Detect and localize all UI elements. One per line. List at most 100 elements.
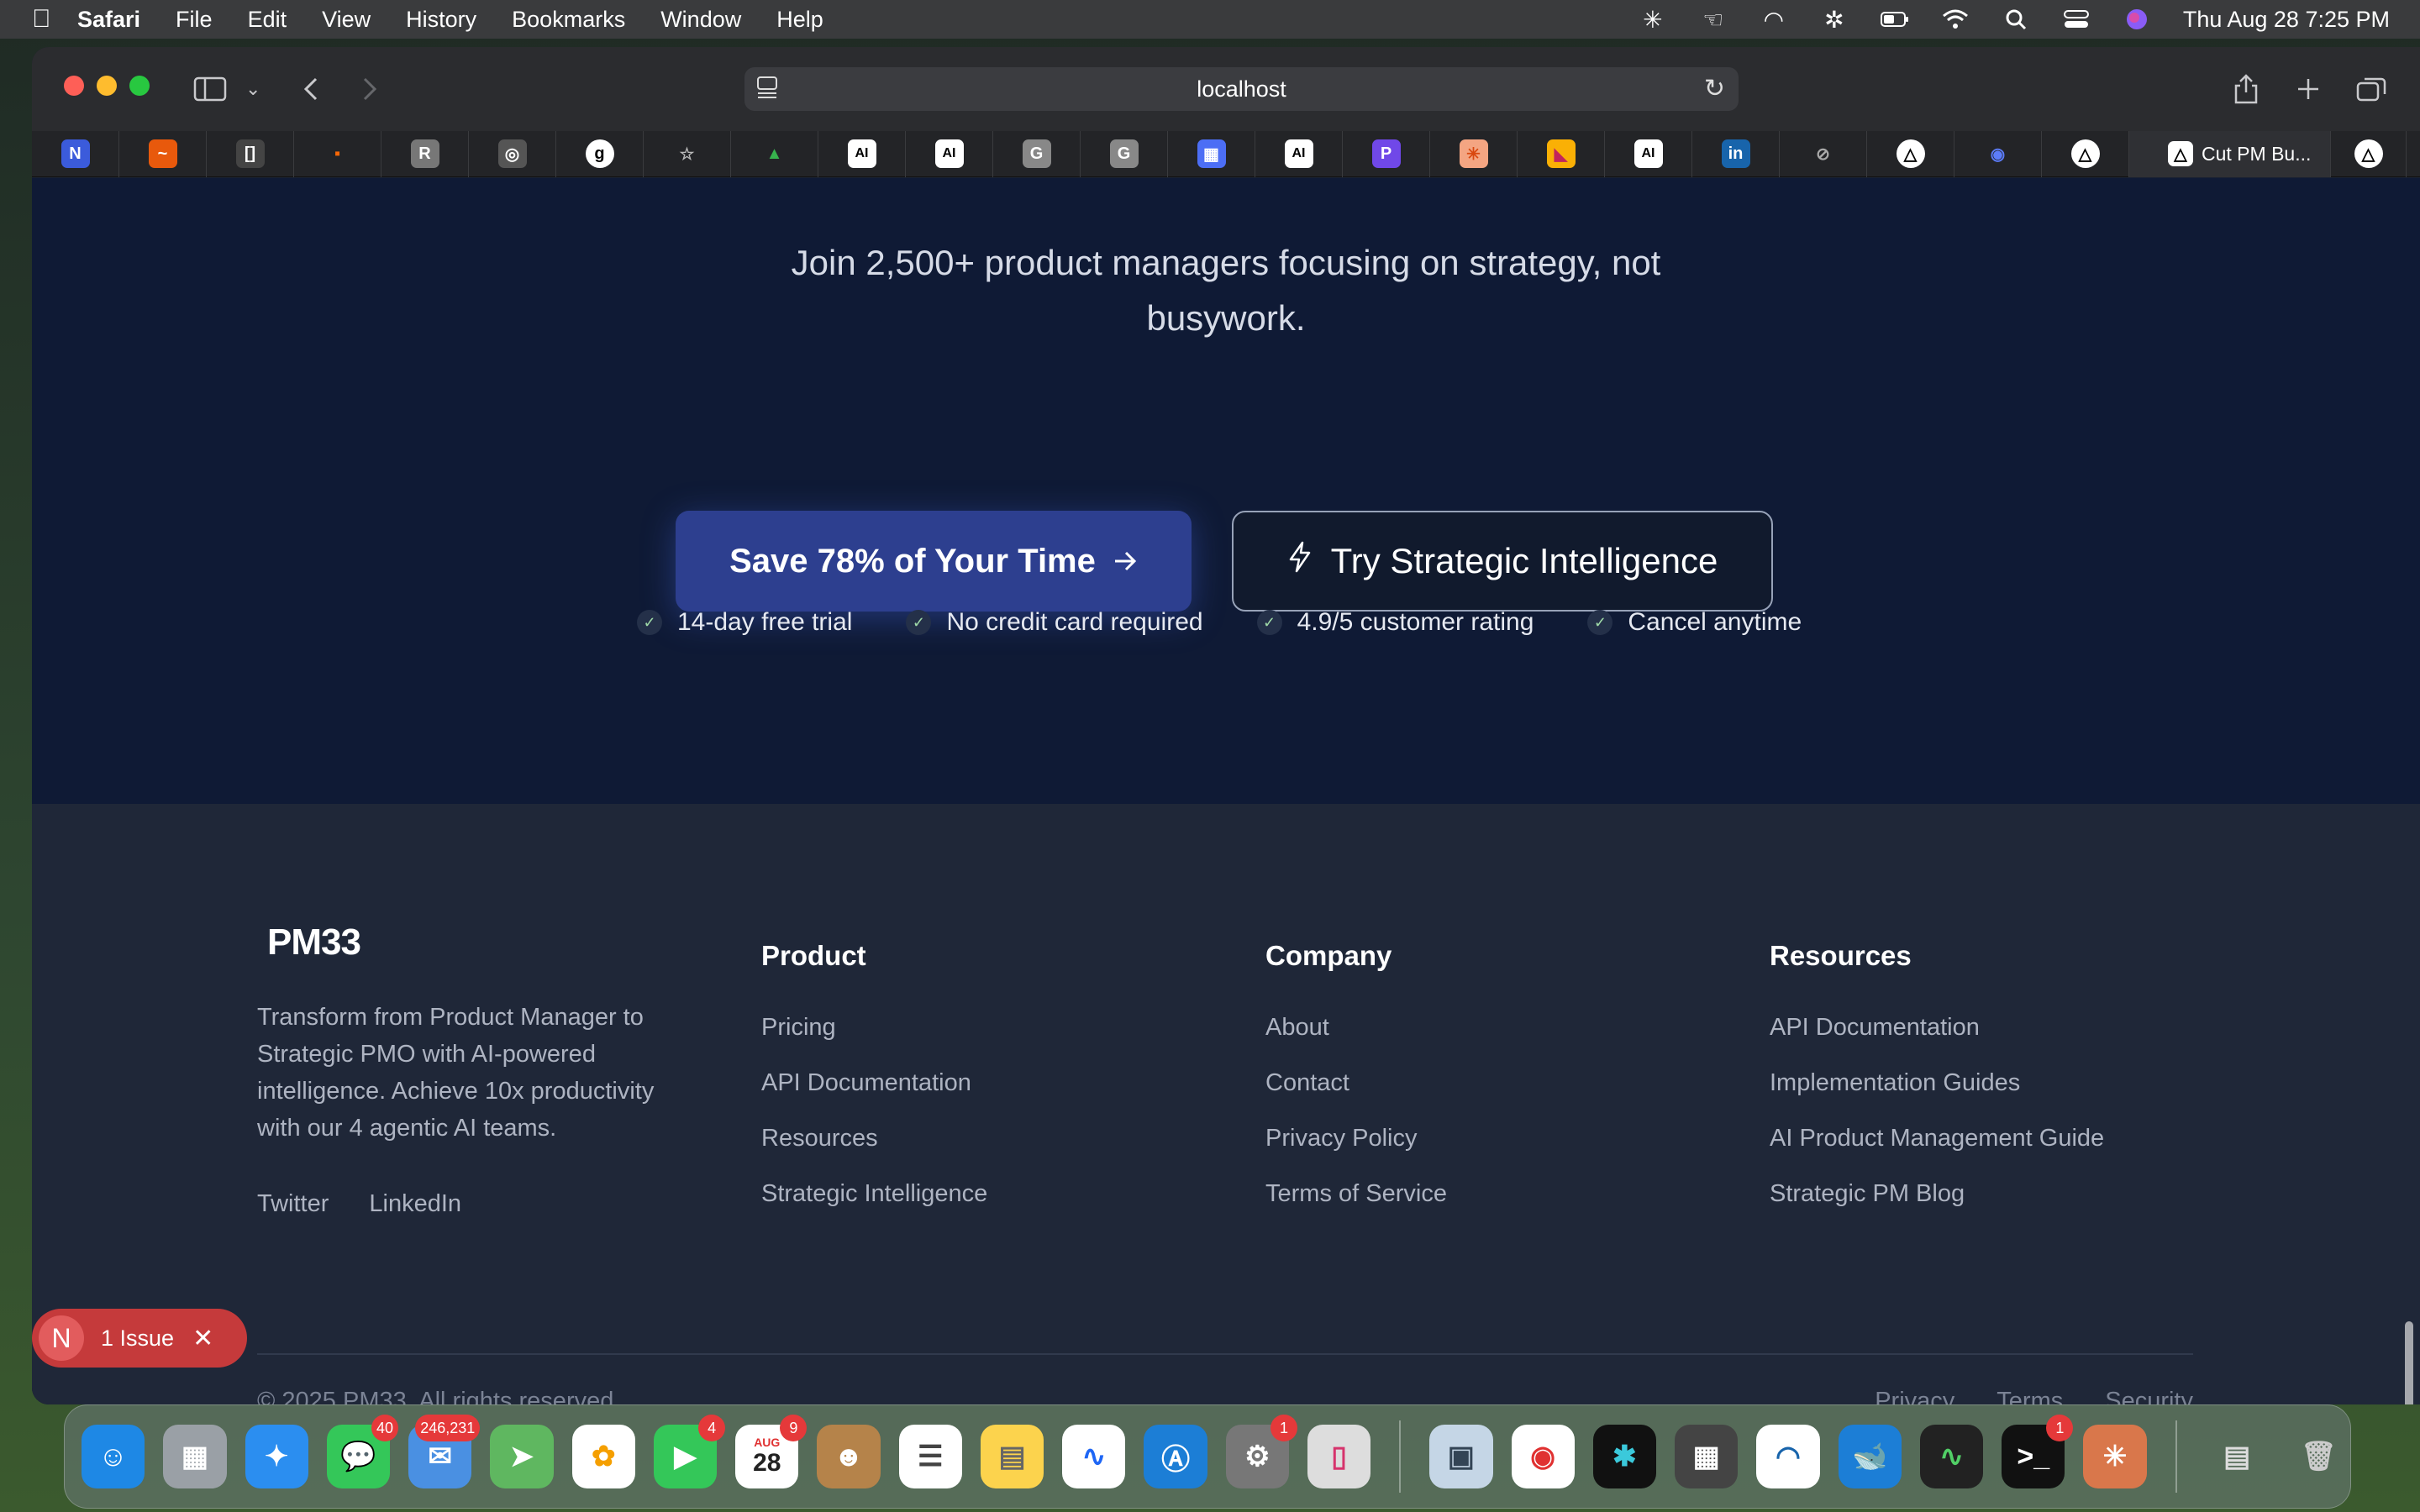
system-settings-icon[interactable]: ⚙ 1 <box>1225 1415 1297 1488</box>
preview-icon[interactable]: ▣ <box>1429 1425 1493 1488</box>
footer-link[interactable]: Resources <box>761 1121 987 1177</box>
footer-link[interactable]: Strategic Intelligence <box>761 1177 987 1232</box>
security-link[interactable]: Security <box>2105 1388 2193 1404</box>
claude-app-icon[interactable]: ✳ <box>2083 1425 2147 1488</box>
freeform-icon[interactable]: ∿ <box>1062 1425 1126 1488</box>
menu-history[interactable]: History <box>406 7 476 33</box>
perplexity-icon[interactable]: ✱ <box>1592 1425 1657 1488</box>
chevron-down-icon[interactable]: ⌄ <box>245 69 260 109</box>
footer-link[interactable]: AI Product Management Guide <box>1770 1121 2104 1177</box>
privacy-link[interactable]: Privacy <box>1875 1388 1954 1404</box>
facetime-icon[interactable]: ▶ 4 <box>653 1415 726 1488</box>
address-bar[interactable]: localhost ↻ <box>744 67 1739 111</box>
footer-link[interactable]: Implementation Guides <box>1770 1066 2104 1121</box>
tab-favicon[interactable]: △ <box>2331 130 2407 177</box>
twitter-link[interactable]: Twitter <box>257 1190 329 1218</box>
battery-icon[interactable] <box>1880 7 1909 32</box>
tab-favicon[interactable]: ◣ <box>1518 130 1605 177</box>
menu-view[interactable]: View <box>322 7 371 33</box>
close-icon[interactable]: ✕ <box>192 1324 213 1353</box>
tab-favicon[interactable]: N <box>32 130 119 177</box>
apple-icon[interactable]:  <box>32 5 77 34</box>
calculator-icon[interactable]: ▦ <box>1675 1425 1739 1488</box>
notes-icon[interactable]: ▤ <box>980 1425 1044 1488</box>
tab-favicon[interactable]: in <box>1692 130 1780 177</box>
handshake-icon[interactable]: ☜ <box>1699 7 1728 33</box>
tab-favicon[interactable]: ▦ <box>1168 130 1255 177</box>
menu-safari[interactable]: Safari <box>77 7 140 33</box>
tab-favicon[interactable]: △ <box>2042 130 2129 177</box>
calendar-icon[interactable]: AUG 28 9 <box>735 1415 808 1488</box>
linkedin-link[interactable]: LinkedIn <box>369 1190 461 1218</box>
footer-link[interactable]: About <box>1265 1011 1447 1066</box>
tab-favicon[interactable]: ◎ <box>469 130 556 177</box>
menu-edit[interactable]: Edit <box>248 7 287 33</box>
tab-favicon[interactable]: ▲ <box>731 130 818 177</box>
share-icon[interactable] <box>2233 69 2259 109</box>
reminders-icon[interactable]: ☰ <box>898 1425 962 1488</box>
tab-favicon[interactable]: AI <box>1255 130 1343 177</box>
tab-favicon[interactable]: G <box>1081 130 1168 177</box>
tab-favicon[interactable]: g <box>556 130 644 177</box>
reload-icon[interactable]: ↻ <box>1704 74 1725 103</box>
footer-link[interactable]: Contact <box>1265 1066 1447 1121</box>
tab-favicon[interactable]: ~ <box>119 130 207 177</box>
chrome-icon[interactable]: ◉ <box>1511 1425 1575 1488</box>
close-window-button[interactable] <box>64 76 84 96</box>
safari-icon[interactable]: ✦ <box>245 1425 308 1488</box>
try-strategic-intelligence-button[interactable]: Try Strategic Intelligence <box>1232 511 1773 612</box>
messages-icon[interactable]: 💬 40 <box>326 1415 399 1488</box>
tab-favicon[interactable]: ⊘ <box>1780 130 1867 177</box>
bug-icon[interactable]: ✲ <box>1820 7 1849 33</box>
menu-bookmarks[interactable]: Bookmarks <box>512 7 625 33</box>
tab-favicon[interactable]: R <box>381 130 469 177</box>
iphone-mirroring-icon[interactable]: ▯ <box>1307 1425 1371 1488</box>
terms-link[interactable]: Terms <box>1996 1388 2063 1404</box>
maps-icon[interactable]: ➤ <box>490 1425 554 1488</box>
wifi-icon[interactable] <box>1941 7 1970 32</box>
menu-file[interactable]: File <box>176 7 213 33</box>
tab-favicon[interactable]: ▪ <box>294 130 381 177</box>
zoom-window-button[interactable] <box>129 76 150 96</box>
nextjs-issues-badge[interactable]: N 1 Issue ✕ <box>32 1309 247 1368</box>
claude-icon[interactable]: ✳ <box>1639 7 1667 33</box>
siri-icon[interactable] <box>2123 7 2151 32</box>
forward-icon[interactable] <box>361 69 378 109</box>
activity-monitor-icon[interactable]: ∿ <box>1919 1425 1984 1488</box>
footer-link[interactable]: Strategic PM Blog <box>1770 1177 2104 1232</box>
footer-link[interactable]: API Documentation <box>1770 1011 2104 1066</box>
mail-icon[interactable]: ✉ 246,231 <box>408 1415 481 1488</box>
finder-icon[interactable]: ☺ <box>82 1425 145 1488</box>
save-time-button[interactable]: Save 78% of Your Time <box>676 511 1192 612</box>
tab-favicon[interactable]: G <box>993 130 1081 177</box>
tab-favicon[interactable]: P <box>1343 130 1430 177</box>
launchpad-icon[interactable]: ▦ <box>163 1425 227 1488</box>
menu-window[interactable]: Window <box>660 7 741 33</box>
tab-favicon[interactable]: AI <box>818 130 906 177</box>
footer-link[interactable]: API Documentation <box>761 1066 987 1121</box>
tab-favicon[interactable]: ◉ <box>1954 130 2042 177</box>
docker-icon[interactable]: 🐋 <box>1838 1425 1902 1488</box>
sidebar-toggle-icon[interactable] <box>193 69 227 109</box>
scrollbar-thumb[interactable] <box>2405 1321 2413 1404</box>
arc-browser-icon[interactable]: ◠ <box>1756 1425 1820 1488</box>
tab-favicon[interactable]: AI <box>906 130 993 177</box>
downloads-stack-icon[interactable]: ▤ <box>2206 1425 2269 1488</box>
tab-favicon[interactable]: [] <box>207 130 294 177</box>
menu-help[interactable]: Help <box>776 7 823 33</box>
app-store-icon[interactable]: Ⓐ <box>1144 1425 1207 1488</box>
new-tab-icon[interactable] <box>2296 69 2321 109</box>
pm33-logo[interactable]: PM33 <box>267 921 361 963</box>
photos-icon[interactable]: ✿ <box>571 1425 635 1488</box>
tab-favicon[interactable]: AI <box>1605 130 1692 177</box>
minimize-window-button[interactable] <box>97 76 117 96</box>
tab-favicon[interactable]: ✳ <box>1430 130 1518 177</box>
footer-link[interactable]: Pricing <box>761 1011 987 1066</box>
menu-bar-clock[interactable]: Thu Aug 28 7:25 PM <box>2183 7 2390 33</box>
arc-icon[interactable]: ◠ <box>1760 7 1788 33</box>
tab-favicon[interactable]: ☆ <box>644 130 731 177</box>
page-menu-icon[interactable] <box>756 76 781 102</box>
control-center-icon[interactable] <box>2062 7 2091 32</box>
contacts-icon[interactable]: ☻ <box>817 1425 881 1488</box>
footer-link[interactable]: Terms of Service <box>1265 1177 1447 1232</box>
